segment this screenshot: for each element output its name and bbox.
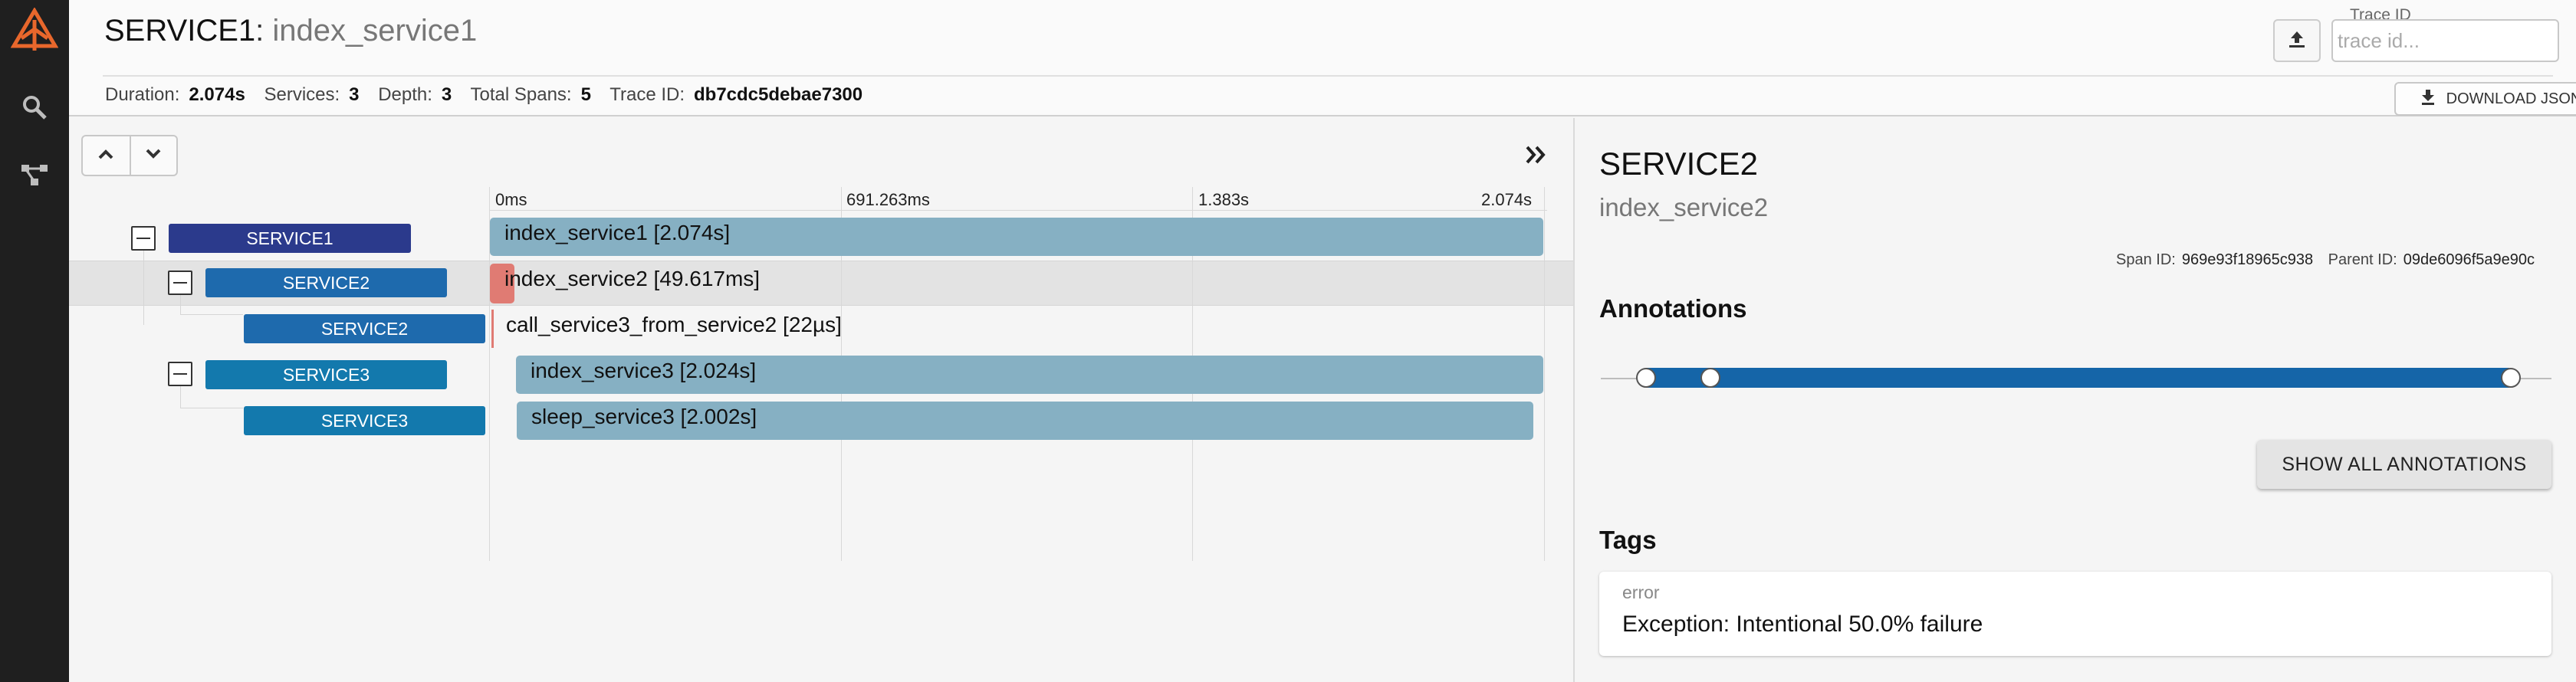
tick-label: 691.263ms bbox=[846, 190, 930, 209]
span-id-label: Span ID: bbox=[2116, 251, 2176, 268]
services-label: Services: bbox=[264, 84, 340, 105]
page-title: SERVICE1: index_service1 bbox=[104, 14, 477, 48]
span-bar-call-service3[interactable] bbox=[491, 310, 494, 348]
title-separator: : bbox=[255, 14, 264, 48]
span-label: call_service3_from_service2 [22µs] bbox=[506, 313, 842, 336]
annotation-span-bar bbox=[1645, 368, 2510, 388]
parent-id-value: 09de6096f5a9e90c bbox=[2403, 251, 2535, 268]
tick-label: 2.074s bbox=[1481, 190, 1533, 209]
annotation-point[interactable] bbox=[1636, 368, 1656, 388]
row-divider bbox=[69, 305, 1573, 306]
duration-label: Duration: bbox=[105, 84, 180, 105]
chevron-up-icon bbox=[97, 148, 115, 164]
tick-label: 0ms bbox=[495, 190, 527, 209]
double-chevron-right-icon bbox=[1524, 144, 1547, 169]
chevron-down-icon bbox=[144, 148, 163, 164]
collapse-toggle-service1[interactable] bbox=[131, 226, 156, 251]
annotation-point[interactable] bbox=[2501, 368, 2521, 388]
span-ids: Span ID: 969e93f18965c938 Parent ID: 09de6… bbox=[2116, 251, 2545, 269]
collapse-toggle-service3[interactable] bbox=[168, 362, 192, 386]
trace-header: SERVICE1: index_service1 Duration: 2.074s… bbox=[69, 0, 2576, 116]
tick-label: 1.383s bbox=[1198, 190, 1250, 209]
previous-span-button[interactable] bbox=[83, 136, 130, 175]
span-service-tag-service2[interactable]: SERVICE2 bbox=[244, 314, 485, 343]
span-service-tag-service3[interactable]: SERVICE3 bbox=[244, 406, 485, 435]
depth-label: Depth: bbox=[378, 84, 432, 105]
parent-id-label: Parent ID: bbox=[2328, 251, 2397, 268]
annotations-heading: Annotations bbox=[1599, 294, 1747, 323]
root-operation-name: index_service1 bbox=[272, 14, 478, 48]
next-span-button[interactable] bbox=[129, 136, 176, 175]
span-label: index_service3 [2.024s] bbox=[531, 359, 757, 382]
span-label: sleep_service3 [2.002s] bbox=[531, 405, 757, 428]
tags-heading: Tags bbox=[1599, 526, 1657, 554]
tag-card: error Exception: Intentional 50.0% failu… bbox=[1599, 572, 2551, 656]
collapse-detail-button[interactable] bbox=[1520, 141, 1551, 172]
upload-icon bbox=[2287, 30, 2307, 52]
dependencies-icon[interactable] bbox=[0, 158, 69, 192]
tag-key: error bbox=[1622, 582, 1660, 602]
trace-summary: Duration: 2.074s Services: 3 Depth: 3 Total… bbox=[105, 84, 876, 106]
collapse-toggle-service2[interactable] bbox=[168, 271, 192, 295]
span-service-tag-service2[interactable]: SERVICE2 bbox=[205, 268, 447, 297]
show-all-annotations-button[interactable]: SHOW ALL ANNOTATIONS bbox=[2257, 440, 2551, 489]
download-json-label: DOWNLOAD JSON bbox=[2446, 90, 2576, 107]
total-spans-value: 5 bbox=[580, 84, 591, 105]
header-divider bbox=[103, 75, 2553, 77]
detail-operation-name: index_service2 bbox=[1599, 193, 1769, 221]
trace-id-value: db7cdc5debae7300 bbox=[694, 84, 863, 105]
tag-value: Exception: Intentional 50.0% failure bbox=[1622, 612, 1983, 637]
span-label: index_service1 [2.074s] bbox=[504, 221, 731, 244]
detail-service-name: SERVICE2 bbox=[1599, 146, 1758, 182]
span-id-value: 969e93f18965c938 bbox=[2181, 251, 2314, 268]
upload-json-button[interactable] bbox=[2273, 19, 2321, 62]
tree-connector bbox=[180, 314, 243, 315]
trace-id-input[interactable] bbox=[2331, 19, 2559, 62]
download-json-button[interactable]: DOWNLOAD JSON bbox=[2394, 82, 2576, 116]
span-service-tag-service1[interactable]: SERVICE1 bbox=[169, 224, 411, 253]
tick-line bbox=[1544, 187, 1545, 561]
zipkin-logo-icon[interactable] bbox=[0, 6, 69, 57]
span-service-tag-service3[interactable]: SERVICE3 bbox=[205, 360, 447, 389]
search-icon[interactable] bbox=[0, 90, 69, 124]
span-navigation bbox=[81, 135, 178, 176]
download-icon bbox=[2420, 88, 2436, 110]
services-value: 3 bbox=[349, 84, 360, 105]
timeline-axis bbox=[489, 210, 1547, 211]
span-detail-panel: SERVICE2 index_service2 Span ID: 969e93f1… bbox=[1573, 118, 2576, 682]
root-service-name: SERVICE1 bbox=[104, 14, 256, 48]
total-spans-label: Total Spans: bbox=[470, 84, 572, 105]
depth-value: 3 bbox=[441, 84, 452, 105]
trace-timeline: 0ms 691.263ms 1.383s 2.074s SERVICE1 ind… bbox=[69, 118, 1573, 682]
span-label: index_service2 [49.617ms] bbox=[504, 267, 761, 290]
duration-value: 2.074s bbox=[189, 84, 245, 105]
left-nav-rail bbox=[0, 0, 69, 682]
annotation-point[interactable] bbox=[1700, 368, 1720, 388]
trace-id-label: Trace ID: bbox=[610, 84, 685, 105]
